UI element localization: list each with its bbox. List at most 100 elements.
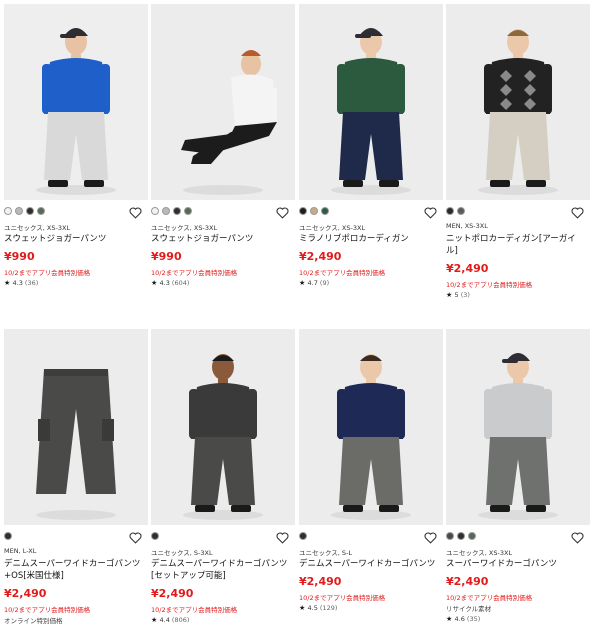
- product-image[interactable]: [446, 4, 590, 200]
- heart-outline-icon[interactable]: [424, 529, 437, 544]
- size-range: ユニセックス, S-3XL: [151, 549, 213, 556]
- product-name[interactable]: +OS[米国仕様]: [4, 570, 148, 582]
- rating-value: 4.4: [159, 616, 170, 624]
- product-card[interactable]: MEN, L-XL デニムスーパーワイドカーゴパンツ +OS[米国仕様] ¥2,490…: [4, 329, 148, 625]
- product-info: ユニセックス, XS-3XL スウェットジョガーパンツ ¥990 10/2までアプリ会…: [4, 200, 148, 288]
- product-price: ¥2,490: [151, 587, 194, 600]
- product-name[interactable]: デニムスーパーワイドカーゴパンツ: [151, 558, 295, 570]
- product-name[interactable]: スーパーワイドカーゴパンツ: [446, 558, 590, 570]
- color-swatches: [4, 206, 148, 215]
- review-count: (9): [317, 279, 330, 287]
- product-image[interactable]: [299, 329, 443, 525]
- product-price: ¥990: [151, 250, 182, 263]
- product-card[interactable]: ユニセックス, XS-3XL スウェットジョガーパンツ ¥990 10/2までアプリ会…: [151, 4, 295, 288]
- product-price: ¥2,490: [299, 575, 342, 588]
- color-swatch[interactable]: [446, 531, 454, 540]
- heart-outline-icon[interactable]: [129, 204, 142, 219]
- color-swatch[interactable]: [26, 206, 34, 215]
- product-tag: オンライン特別価格: [4, 617, 63, 625]
- model-figure: [484, 29, 552, 187]
- color-swatch[interactable]: [15, 206, 23, 215]
- color-swatches: [446, 531, 590, 540]
- color-swatch[interactable]: [4, 531, 12, 540]
- product-name[interactable]: デニムスーパーワイドカーゴパンツ: [4, 558, 148, 570]
- color-swatches: [151, 531, 295, 540]
- product-image[interactable]: [151, 329, 295, 525]
- product-info: ユニセックス, S-3XL デニムスーパーワイドカーゴパンツ [セットアップ可能] ¥…: [151, 525, 295, 625]
- color-swatch[interactable]: [457, 531, 465, 540]
- product-info: MEN, L-XL デニムスーパーワイドカーゴパンツ +OS[米国仕様] ¥2,490…: [4, 525, 148, 625]
- product-rating: ★ 5 (3): [446, 291, 590, 300]
- color-swatch[interactable]: [37, 206, 45, 215]
- color-swatches: [299, 531, 443, 540]
- color-swatch[interactable]: [151, 531, 159, 540]
- product-name[interactable]: ニットポロカーディガン[アーガイ: [446, 233, 590, 245]
- product-name[interactable]: ミラノリブポロカーディガン: [299, 233, 443, 245]
- model-figure: [36, 369, 116, 494]
- color-swatch[interactable]: [468, 531, 476, 540]
- color-swatch[interactable]: [457, 206, 465, 215]
- product-image[interactable]: [299, 4, 443, 200]
- size-range: ユニセックス, XS-3XL: [299, 224, 366, 231]
- rating-value: 4.6: [454, 615, 465, 623]
- product-image[interactable]: [151, 4, 295, 200]
- product-rating: ★ 4.6 (35): [446, 615, 590, 624]
- color-swatch[interactable]: [310, 206, 318, 215]
- product-name[interactable]: スウェットジョガーパンツ: [151, 233, 295, 245]
- review-count: (806): [169, 616, 190, 624]
- color-swatch[interactable]: [299, 531, 307, 540]
- heart-outline-icon[interactable]: [276, 529, 289, 544]
- review-count: (604): [169, 279, 190, 287]
- promo-text: 10/2までアプリ会員特別価格: [151, 269, 238, 277]
- color-swatch[interactable]: [321, 206, 329, 215]
- color-swatch[interactable]: [184, 206, 192, 215]
- review-count: (36): [22, 279, 39, 287]
- color-swatches: [446, 206, 590, 215]
- product-card[interactable]: ユニセックス, XS-3XL スーパーワイドカーゴパンツ ¥2,490 10/2までア…: [446, 329, 590, 624]
- color-swatch[interactable]: [151, 206, 159, 215]
- promo-text: 10/2までアプリ会員特別価格: [446, 281, 533, 289]
- promo-text: 10/2までアプリ会員特別価格: [299, 269, 386, 277]
- product-card[interactable]: ユニセックス, XS-3XL ミラノリブポロカーディガン ¥2,490 10/2までア…: [299, 4, 443, 288]
- product-image[interactable]: [4, 4, 148, 200]
- size-range: ユニセックス, XS-3XL: [446, 549, 513, 556]
- product-name[interactable]: スウェットジョガーパンツ: [4, 233, 148, 245]
- product-price: ¥2,490: [446, 575, 489, 588]
- product-price: ¥990: [4, 250, 35, 263]
- product-rating: ★ 4.3 (604): [151, 279, 295, 288]
- heart-outline-icon[interactable]: [571, 204, 584, 219]
- product-image[interactable]: [446, 329, 590, 525]
- color-swatch[interactable]: [162, 206, 170, 215]
- promo-text: 10/2までアプリ会員特別価格: [299, 594, 386, 602]
- color-swatch[interactable]: [299, 206, 307, 215]
- product-info: ユニセックス, XS-3XL ミラノリブポロカーディガン ¥2,490 10/2までア…: [299, 200, 443, 288]
- rating-value: 4.7: [307, 279, 318, 287]
- product-tag: リサイクル素材: [446, 605, 492, 613]
- color-swatch[interactable]: [173, 206, 181, 215]
- product-image[interactable]: [4, 329, 148, 525]
- model-figure: [484, 353, 552, 512]
- product-price: ¥2,490: [299, 250, 342, 263]
- product-name[interactable]: デニムスーパーワイドカーゴパンツ: [299, 558, 443, 570]
- size-range: ユニセックス, XS-3XL: [4, 224, 71, 231]
- rating-value: 4.3: [12, 279, 23, 287]
- product-card[interactable]: ユニセックス, S-3XL デニムスーパーワイドカーゴパンツ [セットアップ可能] ¥…: [151, 329, 295, 625]
- model-figure: [337, 354, 405, 512]
- product-card[interactable]: MEN, XS-3XL ニットポロカーディガン[アーガイ ル] ¥2,490 10/2ま…: [446, 4, 590, 300]
- product-card[interactable]: ユニセックス, XS-3XL スウェットジョガーパンツ ¥990 10/2までアプリ会…: [4, 4, 148, 288]
- color-swatch[interactable]: [4, 206, 12, 215]
- heart-outline-icon[interactable]: [571, 529, 584, 544]
- product-name[interactable]: [セットアップ可能]: [151, 570, 295, 582]
- product-info: ユニセックス, S-L デニムスーパーワイドカーゴパンツ ¥2,490 10/2までア…: [299, 525, 443, 613]
- star-icon: ★: [151, 279, 160, 287]
- product-card[interactable]: ユニセックス, S-L デニムスーパーワイドカーゴパンツ ¥2,490 10/2までア…: [299, 329, 443, 613]
- heart-outline-icon[interactable]: [424, 204, 437, 219]
- heart-outline-icon[interactable]: [129, 529, 142, 544]
- promo-text: 10/2までアプリ会員特別価格: [4, 606, 91, 614]
- star-icon: ★: [446, 615, 455, 623]
- product-name[interactable]: ル]: [446, 245, 590, 257]
- heart-outline-icon[interactable]: [276, 204, 289, 219]
- product-price: ¥2,490: [4, 587, 47, 600]
- color-swatch[interactable]: [446, 206, 454, 215]
- product-rating: ★ 4.5 (129): [299, 604, 443, 613]
